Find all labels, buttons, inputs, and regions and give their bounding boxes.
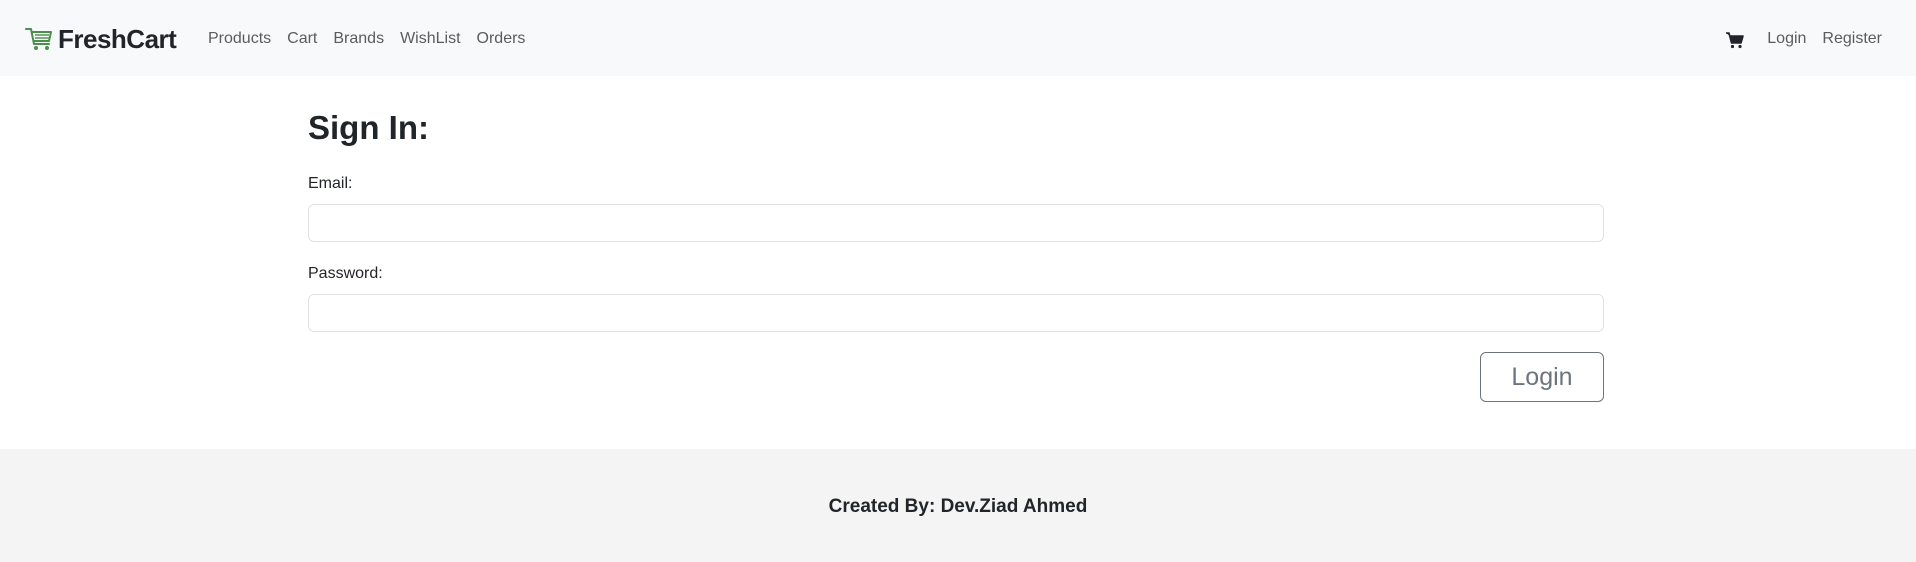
page-title: Sign In: [308,109,429,146]
password-field[interactable] [308,294,1604,332]
footer: Created By: Dev.Ziad Ahmed [0,449,1916,562]
main-nav: Products Cart Brands WishList Orders [208,28,525,50]
brand-name: FreshCart [58,24,177,54]
nav-link-register[interactable]: Register [1822,28,1882,50]
shopping-cart-logo-icon [24,24,54,54]
email-label: Email: [308,175,353,192]
login-submit-button[interactable]: Login [1480,352,1604,402]
footer-credit: Created By: Dev.Ziad Ahmed [828,496,1088,517]
email-field[interactable] [308,204,1604,242]
nav-right-group: Login Register [1725,28,1882,50]
nav-link-cart[interactable]: Cart [287,30,317,47]
nav-link-orders[interactable]: Orders [477,30,526,47]
navbar: FreshCart Products Cart Brands WishList … [0,0,1916,76]
nav-link-login[interactable]: Login [1767,28,1806,50]
password-label: Password: [308,265,383,282]
nav-link-wishlist[interactable]: WishList [400,30,460,47]
cart-icon[interactable] [1725,30,1745,50]
nav-link-products[interactable]: Products [208,30,271,47]
nav-link-brands[interactable]: Brands [333,30,384,47]
brand-logo-link[interactable]: FreshCart [24,24,177,54]
